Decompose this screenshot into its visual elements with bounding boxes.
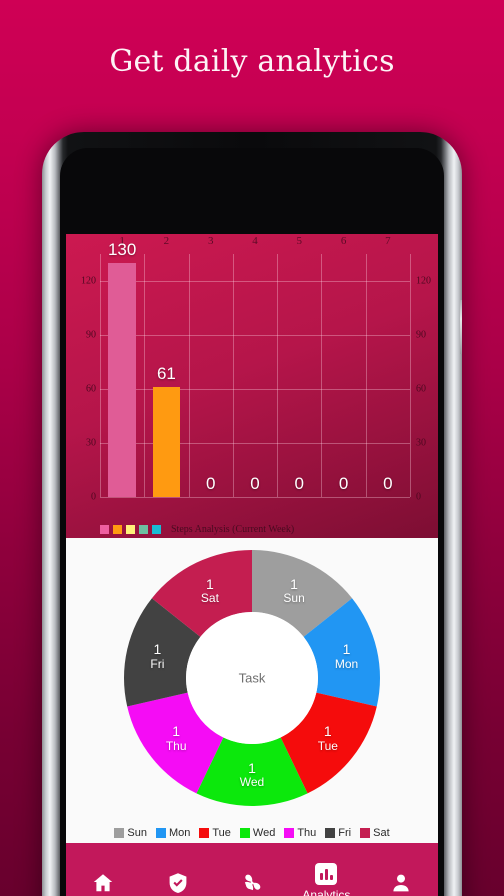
legend-swatch xyxy=(113,525,122,534)
grid-line-horizontal xyxy=(100,497,410,498)
donut-legend-item[interactable]: Fri xyxy=(325,827,351,839)
person-icon xyxy=(393,874,409,891)
legend-swatch xyxy=(100,525,109,534)
y-tick-label-left: 0 xyxy=(91,491,96,503)
grid-line-vertical xyxy=(188,254,190,497)
x-tick-label: 6 xyxy=(340,235,347,247)
legend-swatch xyxy=(139,525,148,534)
y-tick-label-left: 60 xyxy=(86,383,96,395)
bar-chart-icon xyxy=(315,863,338,885)
y-tick-label-right: 0 xyxy=(416,491,421,503)
shield-check-icon xyxy=(169,872,187,893)
bar-value-label: 0 xyxy=(338,474,349,493)
donut-legend-label: Sat xyxy=(373,827,390,839)
x-tick-label: 2 xyxy=(163,235,170,247)
donut-legend-swatch xyxy=(284,828,295,838)
grid-line-vertical xyxy=(365,254,367,497)
page-title: Get daily analytics xyxy=(109,44,395,79)
bar-value-label: 61 xyxy=(156,364,176,384)
grid-line-horizontal xyxy=(100,281,410,282)
y-tick-label-right: 30 xyxy=(416,437,426,449)
grid-line-vertical xyxy=(232,254,234,497)
bar-chart-legend: Steps Analysis (Current Week) xyxy=(100,524,294,535)
grid-line-vertical xyxy=(144,254,146,497)
x-tick-label: 5 xyxy=(296,235,303,247)
legend-swatch xyxy=(126,525,135,534)
bar[interactable] xyxy=(108,263,136,497)
power-button[interactable] xyxy=(460,300,462,354)
donut-legend-swatch xyxy=(360,828,371,838)
grid-line-horizontal xyxy=(100,335,410,336)
donut-legend-item[interactable]: Tue xyxy=(199,827,231,839)
donut-legend-label: Fri xyxy=(338,827,352,839)
y-tick-label-left: 90 xyxy=(86,329,96,341)
bar-chart-legend-label: Steps Analysis (Current Week) xyxy=(171,524,295,535)
phone-mockup: 1234567 0 0 30 30 60 60 90 90 120 120 130 61 0 0 0 0 0 S… xyxy=(42,132,462,896)
donut-legend-label: Tue xyxy=(212,827,231,839)
x-tick-label: 3 xyxy=(207,235,214,247)
donut-legend: Sun Mon Tue Wed Thu Fri Sat xyxy=(66,827,438,839)
bar-chart-x-axis: 1234567 xyxy=(100,234,410,254)
donut-legend-label: Sun xyxy=(127,827,147,839)
y-tick-label-left: 30 xyxy=(86,437,96,449)
phone-screen: 1234567 0 0 30 30 60 60 90 90 120 120 130 61 0 0 0 0 0 S… xyxy=(66,234,438,896)
grid-line-horizontal xyxy=(100,443,410,444)
bar[interactable] xyxy=(152,387,181,497)
x-tick-label: 7 xyxy=(385,235,391,247)
grid-line-vertical xyxy=(410,254,411,497)
home-icon xyxy=(94,873,113,891)
bar-value-label: 0 xyxy=(294,474,305,493)
bar-value-label: 0 xyxy=(205,474,216,493)
legend-swatch xyxy=(152,525,161,534)
nav-item-shield[interactable] xyxy=(140,871,214,895)
donut-legend-item[interactable]: Thu xyxy=(284,827,316,839)
steps-bar-chart[interactable]: 1234567 0 0 30 30 60 60 90 90 120 120 130 61 0 0 0 0 0 S… xyxy=(66,234,438,538)
bar-value-label: 0 xyxy=(383,474,393,493)
grid-line-vertical xyxy=(277,254,279,497)
donut-legend-swatch xyxy=(325,828,336,838)
y-tick-label-left: 120 xyxy=(81,275,96,287)
bar-chart-plot-area: 0 0 30 30 60 60 90 90 120 120 130 61 0 0 0 0 0 xyxy=(81,240,431,503)
nav-item-profile[interactable] xyxy=(364,871,438,895)
task-donut-chart[interactable]: Task 1 Sun 1 Mon 1 Tue 1 Wed 1 Thu 1 Fri 1 Sat Sun Mon… xyxy=(66,538,438,843)
donut-legend-swatch xyxy=(239,828,250,838)
fan-icon xyxy=(244,874,261,890)
grid-line-vertical xyxy=(321,254,323,497)
donut-legend-label: Mon xyxy=(168,827,191,839)
y-tick-label-right: 90 xyxy=(416,329,426,341)
donut-legend-label: Thu xyxy=(297,827,317,839)
nav-item-analytics[interactable]: Analytics xyxy=(289,863,363,896)
donut-center-label: Task xyxy=(238,670,266,686)
bottom-navigation-bar[interactable]: Analytics xyxy=(66,843,438,896)
grid-line-horizontal xyxy=(100,389,410,390)
y-tick-label-right: 60 xyxy=(416,383,426,395)
donut-legend-item[interactable]: Wed xyxy=(239,827,276,839)
nav-item-fan[interactable] xyxy=(215,871,289,895)
donut-legend-item[interactable]: Sat xyxy=(360,827,390,839)
donut-legend-swatch xyxy=(199,828,210,838)
nav-item-analytics-label: Analytics xyxy=(302,888,351,896)
nav-item-home[interactable] xyxy=(66,871,140,895)
donut-legend-item[interactable]: Sun xyxy=(114,827,147,839)
bar-value-label: 130 xyxy=(107,240,137,259)
x-tick-label: 4 xyxy=(252,235,258,247)
grid-line-vertical xyxy=(100,254,101,497)
donut-legend-label: Wed xyxy=(252,827,276,839)
bar-value-label: 0 xyxy=(250,474,260,493)
donut-legend-swatch xyxy=(114,828,125,838)
donut-ring[interactable]: Task 1 Sun 1 Mon 1 Tue 1 Wed 1 Thu 1 Fri 1 Sat xyxy=(118,544,386,812)
donut-legend-swatch xyxy=(155,828,166,838)
y-tick-label-right: 120 xyxy=(416,275,431,287)
donut-legend-item[interactable]: Mon xyxy=(155,827,191,839)
